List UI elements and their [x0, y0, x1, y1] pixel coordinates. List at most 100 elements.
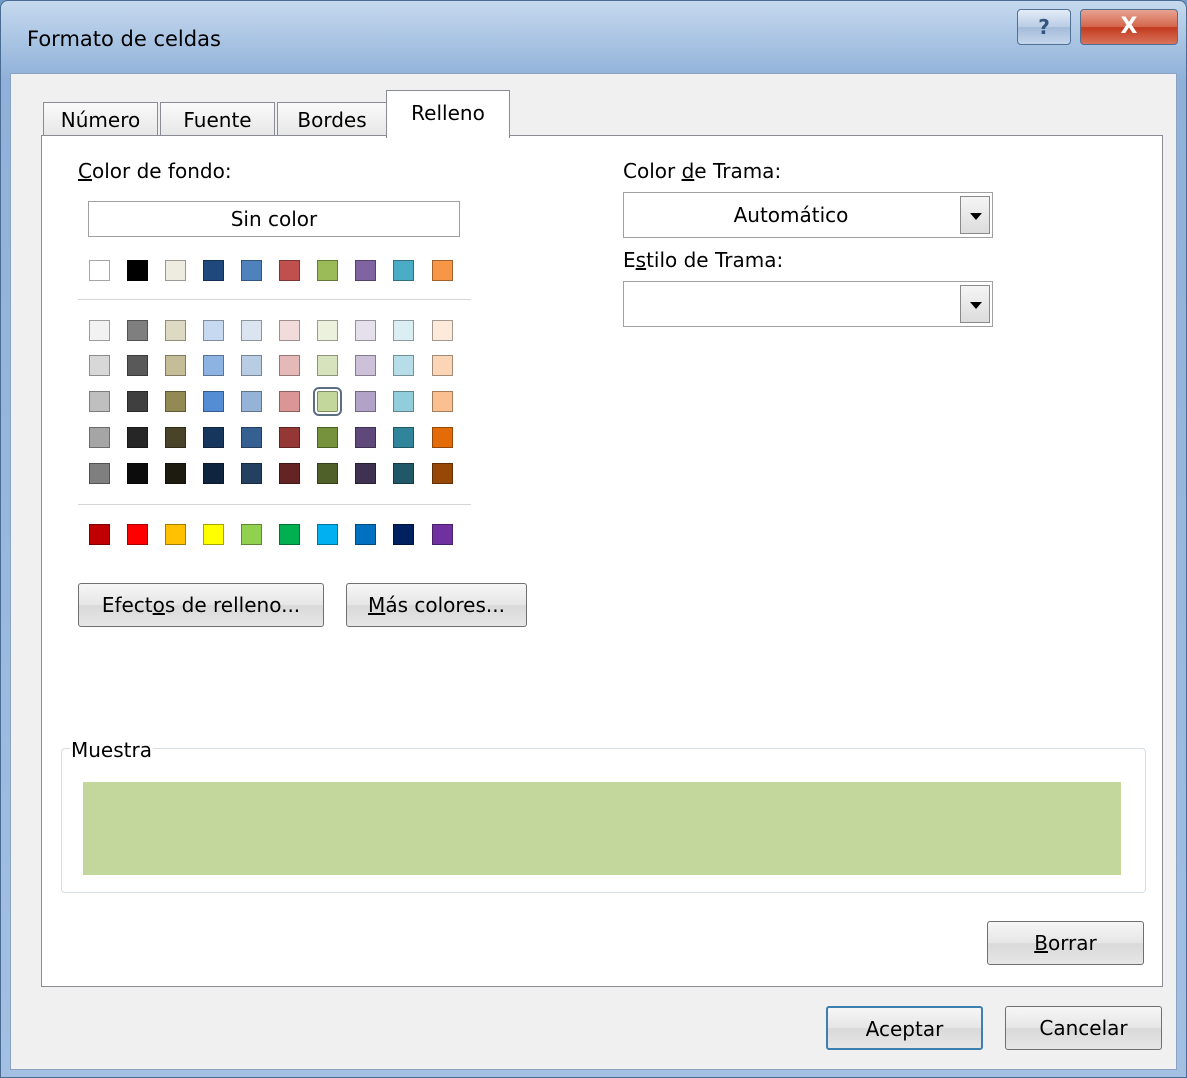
- theme-color-swatch-9[interactable]: [393, 260, 414, 281]
- help-button[interactable]: ?: [1017, 9, 1071, 45]
- theme-color-swatch-8[interactable]: [355, 260, 376, 281]
- tint-row-1-swatch-1[interactable]: [89, 320, 110, 341]
- tint-row-3-swatch-4[interactable]: [203, 391, 224, 412]
- tint-row-4-swatch-7[interactable]: [317, 427, 338, 448]
- tint-row-1-swatch-8[interactable]: [355, 320, 376, 341]
- tint-row-4-swatch-1[interactable]: [89, 427, 110, 448]
- tint-row-2-swatch-2[interactable]: [127, 355, 148, 376]
- theme-color-swatch-5[interactable]: [241, 260, 262, 281]
- tint-row-4-swatch-4[interactable]: [203, 427, 224, 448]
- palette-separator-bottom: [78, 504, 471, 505]
- standard-color-swatch-9[interactable]: [393, 524, 414, 545]
- theme-color-swatch-3[interactable]: [165, 260, 186, 281]
- theme-color-swatch-6[interactable]: [279, 260, 300, 281]
- dialog-client-area: Número Fuente Bordes Relleno Color de fo…: [10, 73, 1177, 1070]
- tab-fuente[interactable]: Fuente: [160, 102, 275, 137]
- standard-color-swatch-3[interactable]: [165, 524, 186, 545]
- chevron-down-icon[interactable]: [960, 196, 990, 234]
- standard-color-swatch-7[interactable]: [317, 524, 338, 545]
- fill-effects-button[interactable]: Efectos de relleno...: [78, 583, 324, 627]
- tint-row-5-swatch-10[interactable]: [432, 463, 453, 484]
- tint-row-5-swatch-2[interactable]: [127, 463, 148, 484]
- tint-row-2-swatch-8[interactable]: [355, 355, 376, 376]
- tint-row-2-swatch-1[interactable]: [89, 355, 110, 376]
- tint-row-4-swatch-8[interactable]: [355, 427, 376, 448]
- fill-effects-label: Efectos de relleno...: [101, 593, 301, 617]
- standard-color-swatch-10[interactable]: [432, 524, 453, 545]
- tab-bordes[interactable]: Bordes: [277, 102, 387, 137]
- tint-row-3-swatch-8[interactable]: [355, 391, 376, 412]
- tint-row-5-swatch-3[interactable]: [165, 463, 186, 484]
- tint-row-3-swatch-7[interactable]: [313, 387, 342, 416]
- tint-row-2-swatch-10[interactable]: [432, 355, 453, 376]
- pattern-style-dropdown[interactable]: [623, 281, 993, 327]
- tint-row-3-swatch-1[interactable]: [89, 391, 110, 412]
- cancel-button[interactable]: Cancelar: [1005, 1006, 1162, 1050]
- clear-button[interactable]: Borrar: [987, 921, 1144, 965]
- tint-row-2-swatch-5[interactable]: [241, 355, 262, 376]
- pattern-color-dropdown[interactable]: Automático: [623, 192, 993, 238]
- tint-row-2-swatch-7[interactable]: [317, 355, 338, 376]
- more-colors-button[interactable]: Más colores...: [346, 583, 527, 627]
- sample-label: Muestra: [70, 738, 153, 762]
- theme-color-swatch-1[interactable]: [89, 260, 110, 281]
- tint-row-3-swatch-2[interactable]: [127, 391, 148, 412]
- tint-row-2-swatch-6[interactable]: [279, 355, 300, 376]
- clear-label: Borrar: [1034, 931, 1097, 955]
- tab-numero[interactable]: Número: [43, 102, 158, 137]
- tint-row-5-swatch-5[interactable]: [241, 463, 262, 484]
- standard-color-swatch-5[interactable]: [241, 524, 262, 545]
- theme-color-swatch-10[interactable]: [432, 260, 453, 281]
- background-color-label-access-key: C: [78, 159, 92, 183]
- pattern-style-label: Estilo de Trama:: [623, 248, 784, 272]
- tint-row-2-swatch-9[interactable]: [393, 355, 414, 376]
- tint-row-5-swatch-1[interactable]: [89, 463, 110, 484]
- tint-row-5-swatch-9[interactable]: [393, 463, 414, 484]
- tint-row-1-swatch-7[interactable]: [317, 320, 338, 341]
- tint-row-4-swatch-9[interactable]: [393, 427, 414, 448]
- sample-group: [61, 748, 1146, 893]
- tint-row-3-swatch-5[interactable]: [241, 391, 262, 412]
- tint-row-5-swatch-6[interactable]: [279, 463, 300, 484]
- tint-row-4-swatch-5[interactable]: [241, 427, 262, 448]
- standard-color-swatch-4[interactable]: [203, 524, 224, 545]
- tint-row-4-swatch-10[interactable]: [432, 427, 453, 448]
- tint-row-4-swatch-3[interactable]: [165, 427, 186, 448]
- tint-row-5-swatch-8[interactable]: [355, 463, 376, 484]
- tint-row-3-swatch-9[interactable]: [393, 391, 414, 412]
- title-bar[interactable]: Formato de celdas ? X: [1, 1, 1186, 73]
- tint-row-4-swatch-6[interactable]: [279, 427, 300, 448]
- tint-row-5-swatch-4[interactable]: [203, 463, 224, 484]
- tint-row-1-swatch-3[interactable]: [165, 320, 186, 341]
- tint-row-1-swatch-10[interactable]: [432, 320, 453, 341]
- chevron-down-icon[interactable]: [960, 285, 990, 323]
- tint-row-1-swatch-2[interactable]: [127, 320, 148, 341]
- tint-row-1-swatch-6[interactable]: [279, 320, 300, 341]
- tab-relleno[interactable]: Relleno: [386, 90, 510, 138]
- ok-button[interactable]: Aceptar: [826, 1006, 983, 1050]
- standard-color-swatch-8[interactable]: [355, 524, 376, 545]
- tint-row-4-swatch-2[interactable]: [127, 427, 148, 448]
- standard-color-swatch-6[interactable]: [279, 524, 300, 545]
- tint-row-3-swatch-3[interactable]: [165, 391, 186, 412]
- theme-color-swatch-2[interactable]: [127, 260, 148, 281]
- tint-row-1-swatch-5[interactable]: [241, 320, 262, 341]
- no-color-button[interactable]: Sin color: [88, 201, 460, 237]
- dialog-title: Formato de celdas: [27, 27, 221, 51]
- tint-row-2-swatch-3[interactable]: [165, 355, 186, 376]
- background-color-label-text: olor de fondo:: [91, 159, 232, 183]
- close-button[interactable]: X: [1080, 9, 1178, 45]
- tint-row-3-swatch-6[interactable]: [279, 391, 300, 412]
- fill-panel: Color de fondo: Sin color Efectos de rel…: [41, 135, 1163, 987]
- tint-row-1-swatch-9[interactable]: [393, 320, 414, 341]
- background-color-label: Color de fondo:: [78, 159, 232, 183]
- theme-color-swatch-7[interactable]: [317, 260, 338, 281]
- tint-row-2-swatch-4[interactable]: [203, 355, 224, 376]
- tint-row-3-swatch-10[interactable]: [432, 391, 453, 412]
- standard-color-swatch-1[interactable]: [89, 524, 110, 545]
- tint-row-1-swatch-4[interactable]: [203, 320, 224, 341]
- standard-color-swatch-2[interactable]: [127, 524, 148, 545]
- theme-color-swatch-4[interactable]: [203, 260, 224, 281]
- tint-row-5-swatch-7[interactable]: [317, 463, 338, 484]
- more-colors-label: Más colores...: [368, 593, 505, 617]
